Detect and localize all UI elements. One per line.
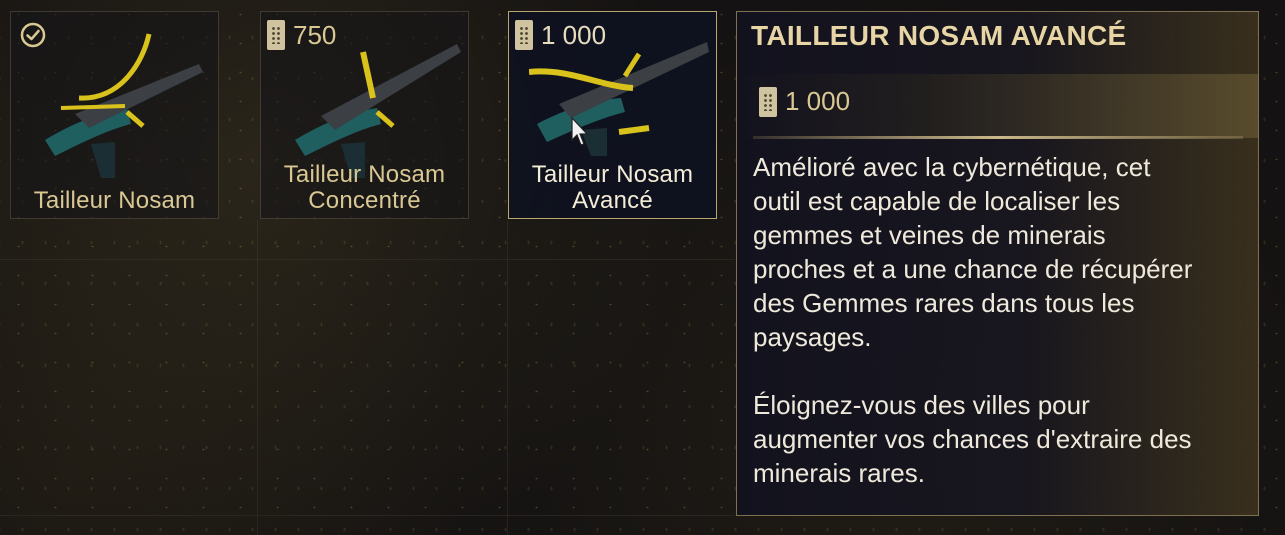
grid-divider xyxy=(257,220,258,535)
cutter-weapon-icon xyxy=(529,42,709,156)
grid-divider xyxy=(507,220,508,535)
detail-price-value: 1 000 xyxy=(785,86,851,116)
standing-badge-icon xyxy=(759,86,777,117)
detail-price: 1 000 xyxy=(759,86,850,117)
grid-divider xyxy=(0,259,735,260)
item-tile-tailleur-nosam-concentre[interactable]: 750 Tailleur Nosam Concentré xyxy=(260,11,469,219)
detail-description: Amélioré avec la cybernétique, cet outil… xyxy=(753,152,1193,488)
cutter-weapon-icon xyxy=(295,44,461,178)
grid-divider xyxy=(0,515,735,516)
detail-divider xyxy=(753,136,1243,139)
item-tile-tailleur-nosam-avance[interactable]: 1 000 Tailleur Nosam Avancé xyxy=(508,11,717,219)
item-name: Tailleur Nosam Avancé xyxy=(531,161,694,214)
detail-title: TAILLEUR NOSAM AVANCÉ xyxy=(751,20,1127,51)
item-tile-tailleur-nosam[interactable]: Tailleur Nosam xyxy=(10,11,219,219)
detail-price-row: 1 000 xyxy=(737,74,1258,138)
item-name: Tailleur Nosam xyxy=(33,187,196,214)
cutter-weapon-icon xyxy=(45,33,203,178)
item-name: Tailleur Nosam Concentré xyxy=(283,161,446,214)
item-detail-panel: TAILLEUR NOSAM AVANCÉ 1 000 Amélioré ave… xyxy=(736,11,1259,516)
mouse-cursor-icon xyxy=(571,117,589,146)
